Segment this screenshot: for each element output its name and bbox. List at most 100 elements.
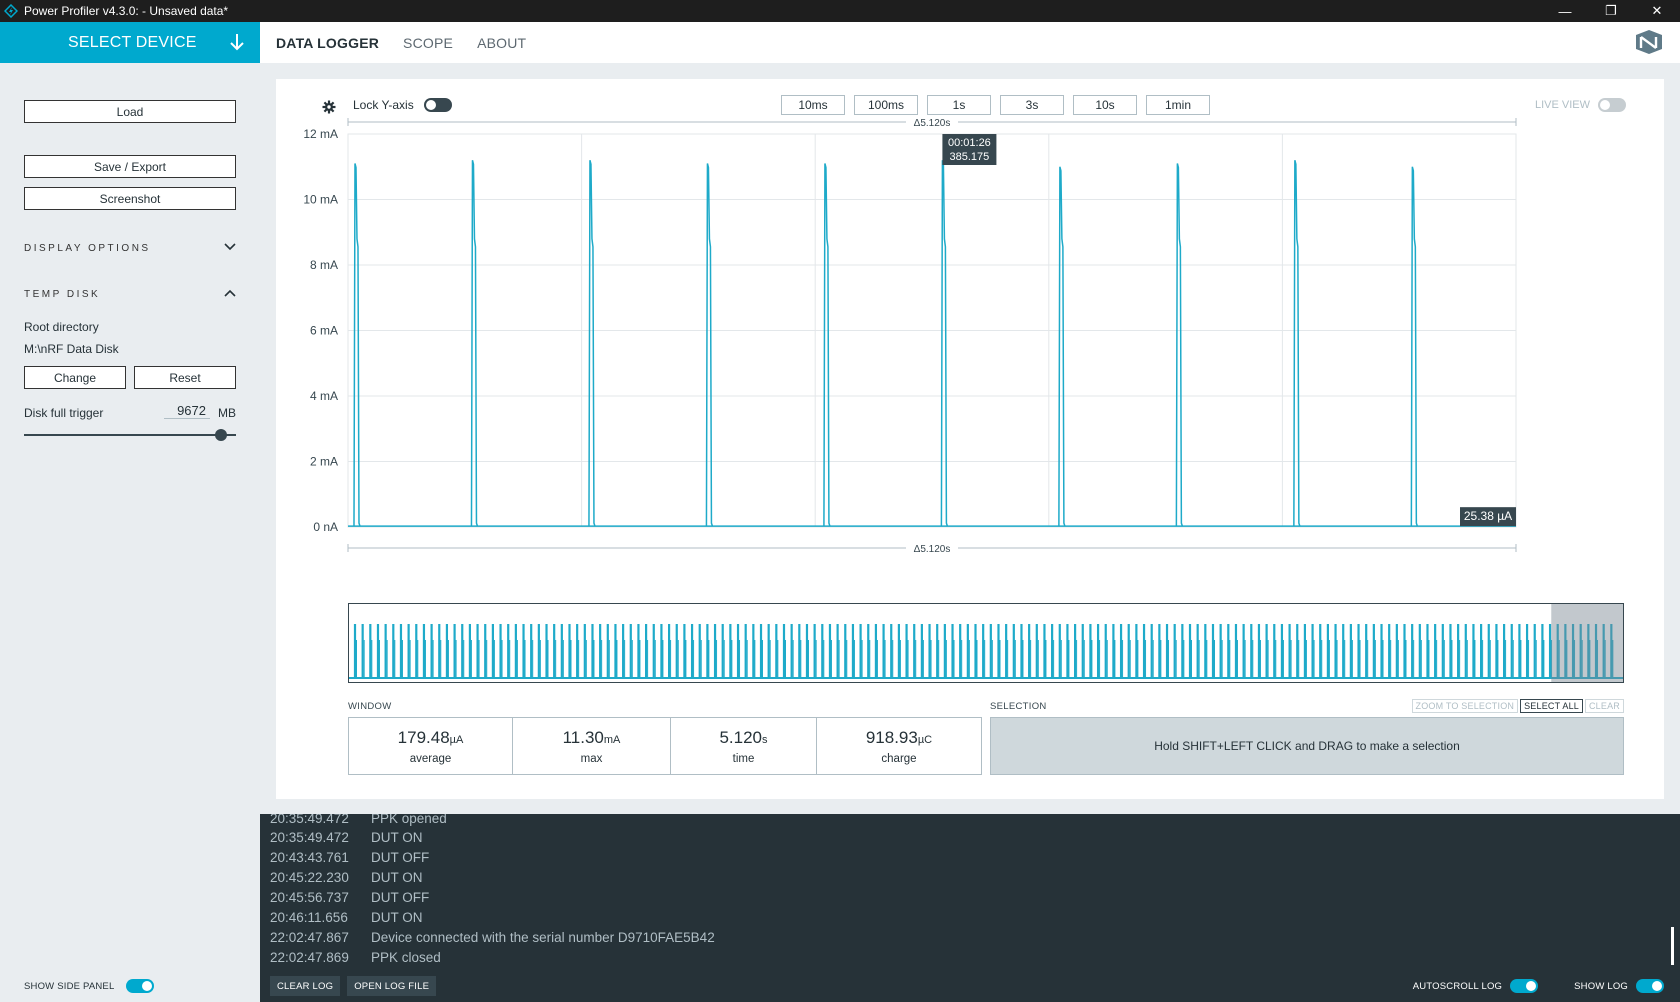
arrow-down-icon — [226, 31, 248, 53]
current-spike — [940, 160, 949, 527]
current-spike — [1293, 160, 1301, 527]
close-button[interactable]: ✕ — [1634, 0, 1680, 22]
selection-stats-label: SELECTION — [990, 701, 1047, 712]
stat-average: 179.48µA average — [349, 718, 513, 774]
clear-selection-button[interactable]: CLEAR — [1584, 699, 1624, 713]
log-entry-message: DUT ON — [371, 830, 423, 845]
log-entry-time: 22:02:47.869 — [270, 950, 349, 965]
log-entry-time: 20:35:49.472 — [270, 830, 349, 845]
temp-disk-header[interactable]: TEMP DISK — [24, 289, 236, 300]
temp-disk-label: TEMP DISK — [24, 289, 101, 300]
y-tick-label: 4 mA — [310, 389, 338, 403]
log-scrollbar[interactable] — [1671, 927, 1674, 965]
top-navigation: DATA LOGGER SCOPE ABOUT — [260, 22, 1680, 63]
log-entry-message: PPK closed — [371, 950, 441, 965]
open-log-file-button[interactable]: OPEN LOG FILE — [347, 976, 437, 996]
current-spike — [353, 163, 361, 527]
log-entry: 20:35:49.472 DUT ON — [270, 830, 423, 845]
side-panel-footer: SHOW SIDE PANEL — [0, 970, 260, 1002]
maximize-button[interactable]: ❐ — [1588, 0, 1634, 22]
data-logger-panel: Lock Y-axis 10ms 100ms 1s 3s 10s 1min LI… — [276, 79, 1664, 799]
power-profiler-app-icon — [0, 0, 22, 22]
window-stats: 179.48µA average 11.30mA max 5.120s time… — [348, 717, 982, 775]
current-spike — [470, 160, 479, 527]
stat-charge-name: charge — [881, 752, 917, 765]
stat-charge-value: 918.93 — [865, 727, 918, 747]
selection-actions: ZOOM TO SELECTION SELECT ALL CLEAR — [1411, 699, 1624, 713]
log-entry: 22:02:47.867 Device connected with the se… — [270, 930, 715, 945]
save-export-button[interactable]: Save / Export — [24, 155, 236, 178]
disk-full-trigger-slider-track[interactable] — [24, 434, 236, 436]
zoom-to-selection-button[interactable]: ZOOM TO SELECTION — [1411, 699, 1519, 713]
stat-charge: 918.93µC charge — [817, 718, 981, 774]
autoscroll-log-label: AUTOSCROLL LOG — [1412, 980, 1503, 992]
minimap-trace — [349, 604, 1623, 682]
reset-directory-button[interactable]: Reset — [134, 366, 236, 389]
cursor-tooltip-time: 00:01:26 — [948, 137, 991, 149]
current-chart[interactable]: Δ5.120s Δ5.120s 12 mA 10 mA 8 mA 6 mA 4 mA 2 mA… — [276, 79, 1664, 579]
log-entry-time: 20:43:43.761 — [270, 850, 349, 865]
select-device-button[interactable]: SELECT DEVICE — [0, 22, 260, 63]
y-tick-label: 10 mA — [303, 193, 338, 207]
log-entry-time: 20:45:56.737 — [270, 890, 349, 905]
screenshot-button[interactable]: Screenshot — [24, 187, 236, 210]
autoscroll-log-toggle[interactable] — [1510, 979, 1539, 993]
disk-full-trigger-input[interactable]: 9672 — [164, 403, 210, 419]
window-stats-label: WINDOW — [348, 701, 392, 712]
log-entry-time: 20:46:11.656 — [270, 910, 348, 925]
tab-about[interactable]: ABOUT — [477, 35, 526, 51]
chevron-down-icon — [224, 243, 236, 254]
log-entry: 20:43:43.761 DUT OFF — [270, 850, 429, 865]
duration-bracket-bottom-label: Δ5.120s — [914, 544, 951, 555]
stat-max-unit: mA — [603, 733, 621, 746]
log-entry: 20:45:22.230 DUT ON — [270, 870, 423, 885]
show-log-toggle[interactable] — [1636, 979, 1664, 993]
duration-bracket-top-label: Δ5.120s — [914, 118, 951, 129]
stat-average-value: 179.48 — [397, 727, 450, 747]
stat-max: 11.30mA max — [513, 718, 671, 774]
current-spike — [1175, 163, 1184, 527]
selection-hint: Hold SHIFT+LEFT CLICK and DRAG to make a… — [1154, 739, 1460, 753]
stat-average-unit: µA — [449, 733, 464, 746]
y-tick-label: 6 mA — [310, 324, 338, 338]
display-options-header[interactable]: DISPLAY OPTIONS — [24, 243, 236, 254]
log-entry: 22:02:47.869 PPK closed — [270, 950, 441, 965]
nordic-logo — [1634, 29, 1664, 55]
current-spike — [1410, 166, 1419, 527]
change-directory-button[interactable]: Change — [24, 366, 126, 389]
log-footer: CLEAR LOG OPEN LOG FILE AUTOSCROLL LOG S… — [260, 970, 1680, 1002]
stat-charge-unit: µC — [917, 733, 933, 746]
disk-full-trigger-label: Disk full trigger — [24, 406, 104, 420]
side-panel: Load Save / Export Screenshot DISPLAY OP… — [0, 63, 260, 970]
stat-time: 5.120s time — [671, 718, 817, 774]
y-tick-label: 2 mA — [310, 455, 338, 469]
log-entry-time: 20:35:49.472 — [270, 814, 349, 826]
minimap[interactable] — [348, 603, 1624, 683]
show-side-panel-label: SHOW SIDE PANEL — [24, 980, 115, 992]
minimap-viewport — [1551, 604, 1623, 682]
log-entry-message: PPK opened — [371, 814, 447, 826]
stat-average-name: average — [409, 752, 452, 765]
log-entry-time: 20:45:22.230 — [270, 870, 349, 885]
log-panel: 20:35:49.472 PPK opened 20:35:49.472 DUT O… — [260, 814, 1680, 970]
load-button[interactable]: Load — [24, 100, 236, 123]
log-entry: 20:46:11.656 DUT ON — [270, 910, 423, 925]
log-entry-time: 22:02:47.867 — [270, 930, 349, 945]
current-spike — [823, 163, 831, 527]
minimize-button[interactable]: — — [1542, 0, 1588, 22]
display-options-label: DISPLAY OPTIONS — [24, 243, 151, 254]
clear-log-button[interactable]: CLEAR LOG — [270, 976, 341, 996]
root-directory-label: Root directory — [24, 320, 99, 334]
select-all-button[interactable]: SELECT ALL — [1520, 699, 1583, 713]
log-entry-message: DUT OFF — [371, 890, 430, 905]
select-device-label: SELECT DEVICE — [68, 33, 197, 51]
tab-scope[interactable]: SCOPE — [403, 35, 453, 51]
current-spike — [588, 160, 596, 527]
tab-data-logger[interactable]: DATA LOGGER — [276, 35, 379, 51]
stat-time-name: time — [732, 752, 755, 765]
disk-full-trigger-unit: MB — [218, 406, 236, 420]
disk-full-trigger-slider-handle[interactable] — [215, 429, 228, 441]
y-tick-label: 8 mA — [310, 258, 338, 272]
log-entry-message: DUT ON — [371, 870, 423, 885]
show-side-panel-toggle[interactable] — [126, 979, 155, 993]
